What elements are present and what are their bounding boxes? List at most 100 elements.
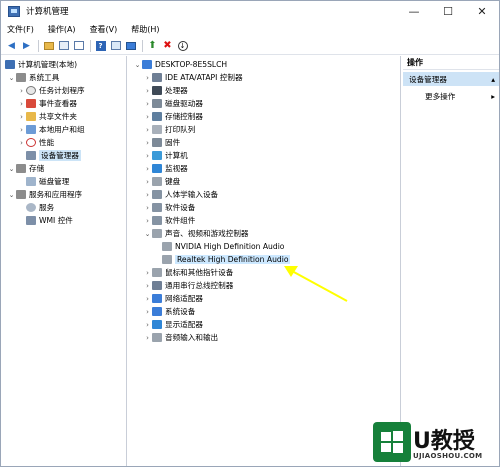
actions-group-device-manager[interactable]: 设备管理器 ▴ (403, 72, 499, 86)
menu-help[interactable]: 帮助(H) (131, 24, 159, 35)
device-category[interactable]: › 显示适配器 (143, 318, 203, 331)
tree-item-local-users[interactable]: › 本地用户和组 (17, 123, 85, 136)
audio-io-icon (152, 333, 162, 342)
forward-arrow-icon[interactable]: ▶ (20, 39, 33, 52)
speaker-icon (162, 242, 172, 251)
tree-item-task-scheduler[interactable]: › 任务计划程序 (17, 84, 85, 97)
watermark-text: U教授 (413, 429, 475, 454)
close-button[interactable]: ✕ (465, 1, 499, 21)
tree-item-disk-management[interactable]: 磁盘管理 (26, 175, 69, 188)
expand-chevron-icon[interactable]: › (143, 217, 152, 225)
expand-chevron-icon[interactable]: › (143, 113, 152, 121)
menu-file[interactable]: 文件(F) (7, 24, 34, 35)
device-category[interactable]: › 处理器 (143, 84, 188, 97)
properties-icon[interactable] (109, 39, 122, 52)
tree-item-shared-folders[interactable]: › 共享文件夹 (17, 110, 77, 123)
tree-item-storage[interactable]: ⌄ 存储 (7, 162, 44, 175)
back-arrow-icon[interactable]: ◀ (5, 39, 18, 52)
expand-chevron-icon[interactable]: › (143, 74, 152, 82)
expand-chevron-icon[interactable]: › (143, 165, 152, 173)
expand-chevron-icon[interactable]: › (143, 282, 152, 290)
device-item-realtek-audio[interactable]: Realtek High Definition Audio (162, 253, 291, 266)
tree-item-performance[interactable]: › 性能 (17, 136, 54, 149)
speaker-icon (162, 255, 172, 264)
tree-item-services-apps[interactable]: ⌄ 服务和应用程序 (7, 188, 82, 201)
watermark: U教授 UJIAOSHOU.COM (373, 422, 495, 464)
device-category-label: 监视器 (165, 164, 188, 173)
tree-item-device-manager[interactable]: 设备管理器 (26, 149, 81, 162)
device-category[interactable]: › 音频输入和输出 (143, 331, 218, 344)
expand-chevron-icon[interactable]: › (143, 178, 152, 186)
expand-chevron-icon[interactable]: › (17, 87, 26, 95)
show-hide-tree-icon[interactable] (57, 39, 70, 52)
collapse-chevron-icon[interactable]: ⌄ (7, 74, 16, 82)
storage-controller-icon (152, 112, 162, 121)
more-actions-item[interactable]: 更多操作 ▸ (403, 89, 499, 103)
tree-item-event-viewer[interactable]: › 事件查看器 (17, 97, 77, 110)
collapse-up-icon[interactable]: ▴ (491, 75, 495, 84)
scan-hardware-icon[interactable]: ↓ (176, 39, 189, 52)
menu-action[interactable]: 操作(A) (48, 24, 76, 35)
device-category[interactable]: › 通用串行总线控制器 (143, 279, 233, 292)
maximize-button[interactable]: ☐ (431, 1, 465, 21)
usb-icon (152, 281, 162, 290)
expand-chevron-icon[interactable]: › (143, 295, 152, 303)
device-category[interactable]: › 软件设备 (143, 201, 195, 214)
uninstall-icon[interactable]: ✖ (161, 39, 174, 52)
device-category[interactable]: › 键盘 (143, 175, 180, 188)
export-list-icon[interactable] (72, 39, 85, 52)
expand-chevron-icon[interactable]: › (143, 334, 152, 342)
tree-item-label: WMI 控件 (39, 216, 73, 225)
help-icon[interactable]: ? (94, 39, 107, 52)
window-controls: — ☐ ✕ (397, 1, 499, 21)
expand-chevron-icon[interactable]: › (143, 152, 152, 160)
device-category[interactable]: › 监视器 (143, 162, 188, 175)
software-component-icon (152, 216, 162, 225)
mouse-icon (152, 268, 162, 277)
tree-item-wmi[interactable]: WMI 控件 (26, 214, 73, 227)
tree-item-services[interactable]: 服务 (26, 201, 54, 214)
expand-chevron-icon[interactable]: › (143, 126, 152, 134)
device-category[interactable]: › 固件 (143, 136, 180, 149)
minimize-button[interactable]: — (397, 1, 431, 21)
device-category-audio[interactable]: ⌄ 声音、视频和游戏控制器 (143, 227, 249, 240)
expand-chevron-icon[interactable]: › (143, 87, 152, 95)
expand-chevron-icon[interactable]: › (143, 321, 152, 329)
device-category[interactable]: › 网络适配器 (143, 292, 203, 305)
expand-chevron-icon[interactable]: › (17, 100, 26, 108)
monitor-icon[interactable] (124, 39, 137, 52)
collapse-chevron-icon[interactable]: ⌄ (133, 61, 142, 69)
collapse-chevron-icon[interactable]: ⌄ (7, 165, 16, 173)
expand-chevron-icon[interactable]: › (17, 139, 26, 147)
menu-view[interactable]: 查看(V) (90, 24, 118, 35)
expand-chevron-icon[interactable]: › (143, 191, 152, 199)
tree-item-system-tools[interactable]: ⌄ 系统工具 (7, 71, 59, 84)
device-tree-root[interactable]: ⌄ DESKTOP-8E5SLCH (133, 58, 227, 71)
update-driver-icon[interactable]: ⬆ (146, 39, 159, 52)
device-category[interactable]: › 磁盘驱动器 (143, 97, 203, 110)
expand-chevron-icon[interactable]: › (143, 308, 152, 316)
device-category[interactable]: › 系统设备 (143, 305, 195, 318)
up-folder-icon[interactable] (42, 39, 55, 52)
device-item-label: Realtek High Definition Audio (175, 255, 291, 264)
device-category[interactable]: › 打印队列 (143, 123, 195, 136)
device-category[interactable]: › 鼠标和其他指针设备 (143, 266, 233, 279)
menu-bar: 文件(F) 操作(A) 查看(V) 帮助(H) (1, 21, 499, 37)
collapse-chevron-icon[interactable]: ⌄ (143, 230, 152, 238)
expand-chevron-icon[interactable]: › (143, 204, 152, 212)
device-category[interactable]: › 软件组件 (143, 214, 195, 227)
device-item-nvidia-audio[interactable]: NVIDIA High Definition Audio (162, 240, 284, 253)
tree-root[interactable]: 计算机管理(本地) (5, 58, 77, 71)
expand-chevron-icon[interactable]: › (143, 139, 152, 147)
expand-chevron-icon[interactable]: › (17, 126, 26, 134)
collapse-chevron-icon[interactable]: ⌄ (7, 191, 16, 199)
device-category[interactable]: › 计算机 (143, 149, 188, 162)
device-category[interactable]: › IDE ATA/ATAPI 控制器 (143, 71, 243, 84)
expand-chevron-icon[interactable]: › (17, 113, 26, 121)
device-category[interactable]: › 存储控制器 (143, 110, 203, 123)
tree-item-label: 任务计划程序 (39, 86, 85, 95)
expand-chevron-icon[interactable]: › (143, 269, 152, 277)
device-category[interactable]: › 人体学输入设备 (143, 188, 218, 201)
expand-chevron-icon[interactable]: › (143, 100, 152, 108)
hid-icon (152, 190, 162, 199)
